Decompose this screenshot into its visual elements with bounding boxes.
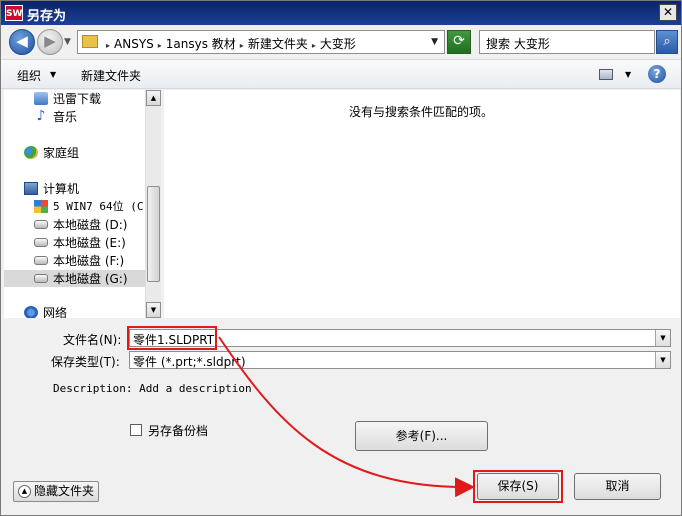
organize-button[interactable]: 组织 xyxy=(17,67,41,84)
nav-item-thunder-download[interactable]: 迅雷下载 xyxy=(34,90,101,107)
filetype-dropdown-icon[interactable]: ▼ xyxy=(655,352,670,368)
help-button[interactable]: ? xyxy=(648,65,666,83)
breadcrumb-separator-icon[interactable]: ▸ xyxy=(106,41,110,50)
recent-locations-chevron-icon[interactable]: ▼ xyxy=(64,37,71,47)
hard-drive-icon xyxy=(34,220,48,229)
scroll-down-arrow-icon[interactable]: ▼ xyxy=(146,302,161,318)
address-bar[interactable]: ▸ ANSYS ▸ 1ansys 教材 ▸ 新建文件夹 ▸ 大变形 ▼ xyxy=(77,30,445,54)
homegroup-icon xyxy=(24,146,38,159)
cancel-button[interactable]: 取消 xyxy=(574,473,661,500)
window-title: 另存为 xyxy=(27,9,67,24)
file-list-pane[interactable]: 没有与搜索条件匹配的项。 xyxy=(164,90,680,318)
windows-drive-icon xyxy=(34,199,48,213)
command-toolbar: 组织 ▼ 新建文件夹 ▼ ? xyxy=(1,59,681,89)
nav-item-music[interactable]: ♪ 音乐 xyxy=(34,108,77,125)
nav-item-drive-e[interactable]: 本地磁盘 (E:) xyxy=(34,234,126,251)
nav-item-drive-f[interactable]: 本地磁盘 (F:) xyxy=(34,252,124,269)
hide-folders-button[interactable]: ▲ 隐藏文件夹 xyxy=(13,481,99,502)
organize-chevron-icon[interactable]: ▼ xyxy=(50,70,56,79)
filetype-value: 零件 (*.prt;*.sldprt) xyxy=(133,355,246,369)
back-button[interactable]: ◀ xyxy=(9,29,35,55)
hard-drive-icon xyxy=(34,274,48,283)
search-text: 搜索 大变形 xyxy=(486,37,550,51)
breadcrumb-item[interactable]: 1ansys 教材 xyxy=(166,37,236,51)
refresh-button[interactable]: ⟳ xyxy=(447,30,471,54)
nav-pane-scrollbar[interactable]: ▲ ▼ xyxy=(145,90,161,318)
folder-icon xyxy=(82,35,98,48)
filename-dropdown-icon[interactable]: ▼ xyxy=(655,330,670,346)
change-view-icon[interactable] xyxy=(599,69,613,80)
save-backup-label[interactable]: 另存备份档 xyxy=(148,422,208,439)
nav-item-drive-c[interactable]: 5 WIN7 64位 (C: xyxy=(34,198,150,215)
description-text: Description: Add a description xyxy=(53,382,252,395)
scroll-up-arrow-icon[interactable]: ▲ xyxy=(146,90,161,106)
empty-results-message: 没有与搜索条件匹配的项。 xyxy=(349,105,494,119)
nav-item-homegroup[interactable]: 家庭组 xyxy=(24,144,79,161)
thunder-download-icon xyxy=(34,92,48,105)
close-button[interactable]: ✕ xyxy=(659,4,677,21)
address-dropdown-chevron-icon[interactable]: ▼ xyxy=(431,37,438,47)
filetype-label: 保存类型(T): xyxy=(51,355,120,369)
hard-drive-icon xyxy=(34,256,48,265)
nav-item-computer[interactable]: 计算机 xyxy=(24,180,79,197)
breadcrumb-item[interactable]: 大变形 xyxy=(320,37,356,51)
save-backup-checkbox[interactable] xyxy=(130,424,142,436)
breadcrumb: ▸ ANSYS ▸ 1ansys 教材 ▸ 新建文件夹 ▸ 大变形 xyxy=(102,35,356,52)
breadcrumb-separator-icon[interactable]: ▸ xyxy=(312,41,316,50)
scrollbar-thumb[interactable] xyxy=(147,186,160,282)
forward-button[interactable]: ▶ xyxy=(37,29,63,55)
filename-label: 文件名(N): xyxy=(63,333,122,347)
collapse-up-icon: ▲ xyxy=(18,485,31,498)
computer-icon xyxy=(24,182,38,195)
hard-drive-icon xyxy=(34,238,48,247)
search-input[interactable]: 搜索 大变形 xyxy=(479,30,655,54)
solidworks-app-icon: SW xyxy=(5,5,23,21)
nav-item-drive-d[interactable]: 本地磁盘 (D:) xyxy=(34,216,127,233)
save-as-dialog: SW 另存为 ✕ ◀ ▶ ▼ ▸ ANSYS ▸ 1ansys 教材 ▸ 新建文件夹 ▸ 大变… xyxy=(0,0,682,516)
filename-highlight-box xyxy=(127,326,217,350)
breadcrumb-item[interactable]: ANSYS xyxy=(114,37,154,51)
filetype-select[interactable]: 零件 (*.prt;*.sldprt) ▼ xyxy=(129,351,671,369)
breadcrumb-item[interactable]: 新建文件夹 xyxy=(248,37,308,51)
nav-item-network[interactable]: 网络 xyxy=(24,304,67,318)
title-bar: SW 另存为 ✕ xyxy=(1,1,681,25)
browse-button[interactable]: 参考(F)... xyxy=(355,421,488,451)
search-icon[interactable]: ⌕ xyxy=(656,30,678,54)
hide-folders-label: 隐藏文件夹 xyxy=(34,484,95,498)
new-folder-button[interactable]: 新建文件夹 xyxy=(81,67,141,84)
breadcrumb-separator-icon[interactable]: ▸ xyxy=(240,41,244,50)
network-icon xyxy=(24,306,38,318)
breadcrumb-separator-icon[interactable]: ▸ xyxy=(158,41,162,50)
save-highlight-box xyxy=(473,470,563,503)
view-options-chevron-icon[interactable]: ▼ xyxy=(625,70,631,79)
nav-item-drive-g[interactable]: 本地磁盘 (G:) xyxy=(4,270,145,287)
navigation-pane[interactable]: 迅雷下载 ♪ 音乐 家庭组 计算机 5 WIN7 64位 (C: 本地磁盘 (D:… xyxy=(4,90,161,318)
music-icon: ♪ xyxy=(36,108,46,124)
address-row: ◀ ▶ ▼ ▸ ANSYS ▸ 1ansys 教材 ▸ 新建文件夹 ▸ 大变形 ▼ ⟳ 搜索 … xyxy=(1,25,681,59)
